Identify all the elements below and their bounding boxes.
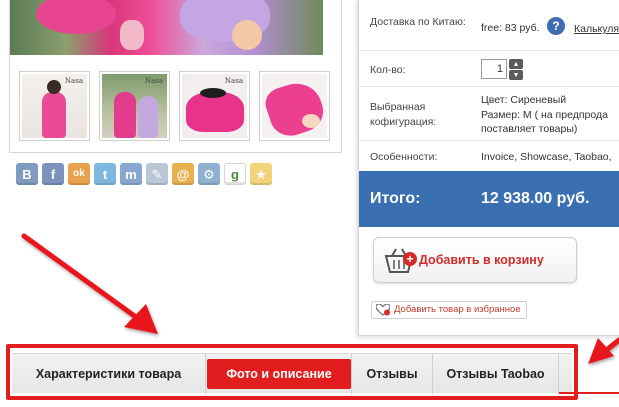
thumbnail-3[interactable]: Nasa <box>179 71 250 141</box>
thumbnail-1[interactable]: Nasa <box>19 71 90 141</box>
arrow-right <box>588 337 619 364</box>
configuration-size-note: поставляет товары) <box>481 123 578 135</box>
configuration-row: Выбранная кофигурация: Цвет: Сиреневый Р… <box>359 87 619 141</box>
features-row: Особенности: Invoice, Showcase, Taobao, <box>359 141 619 171</box>
odnoklassniki-icon[interactable]: ok <box>68 163 90 185</box>
vk-icon[interactable]: B <box>16 163 38 185</box>
shipping-value: free: 83 руб. <box>481 22 540 34</box>
add-to-cart-button[interactable]: + Добавить в корзину <box>373 237 577 283</box>
thumbnail-2[interactable]: Nasa <box>99 71 170 141</box>
configuration-size: Размер: M ( на предпрода <box>481 108 608 121</box>
total-bar: Итого: 12 938.00 руб. <box>359 171 619 227</box>
shipping-row: Доставка по Китаю: free: 83 руб. ? Кальк… <box>359 0 619 51</box>
heart-icon <box>376 304 390 316</box>
quantity-row: Кол-во: 1 ▲ ▼ <box>359 51 619 87</box>
features-value: Invoice, Showcase, Taobao, <box>481 151 612 163</box>
facebook-icon[interactable]: f <box>42 163 64 185</box>
configuration-label: Выбранная кофигурация: <box>370 101 437 128</box>
thumbnail-4[interactable] <box>259 71 330 141</box>
shipping-label: Доставка по Китаю: <box>370 16 466 28</box>
settings-icon[interactable]: ⚙ <box>198 163 220 185</box>
calculator-link[interactable]: Калькуля <box>574 23 619 35</box>
add-to-favorites-button[interactable]: Добавить товар в избранное <box>371 301 527 319</box>
plus-icon: + <box>403 252 417 266</box>
main-product-photo[interactable] <box>10 0 323 55</box>
add-to-cart-label: Добавить в корзину <box>419 253 544 267</box>
thumbnail-stamp: Nasa <box>144 77 163 85</box>
thumbnail-strip: Nasa Nasa Nasa <box>19 71 331 141</box>
tabs-highlight-frame <box>6 344 578 400</box>
twitter-icon[interactable]: t <box>94 163 116 185</box>
mailru-icon[interactable]: @ <box>172 163 194 185</box>
total-label: Итого: <box>370 190 421 207</box>
tabs-underline <box>559 392 619 394</box>
total-value: 12 938.00 руб. <box>481 190 590 207</box>
google-plus-icon[interactable]: g <box>224 163 246 185</box>
help-icon[interactable]: ? <box>547 17 565 35</box>
quantity-decrease-button[interactable]: ▼ <box>509 70 523 80</box>
product-info-panel: Доставка по Китаю: free: 83 руб. ? Кальк… <box>358 0 619 336</box>
star-icon[interactable]: ★ <box>250 163 272 185</box>
features-label: Особенности: <box>370 151 438 163</box>
configuration-value: Цвет: Сиреневый Размер: M ( на предпрода… <box>481 93 619 137</box>
thumbnail-stamp: Nasa <box>224 77 243 85</box>
quantity-label: Кол-во: <box>370 64 406 76</box>
arrow-left <box>21 233 158 334</box>
moimir-icon[interactable]: m <box>120 163 142 185</box>
quantity-increase-button[interactable]: ▲ <box>509 59 523 69</box>
thumbnail-stamp: Nasa <box>64 77 83 85</box>
add-to-favorites-label: Добавить товар в избранное <box>394 304 521 315</box>
quantity-input[interactable]: 1 <box>481 59 507 79</box>
livejournal-icon[interactable]: ✎ <box>146 163 168 185</box>
configuration-color: Цвет: Сиреневый <box>481 94 567 106</box>
